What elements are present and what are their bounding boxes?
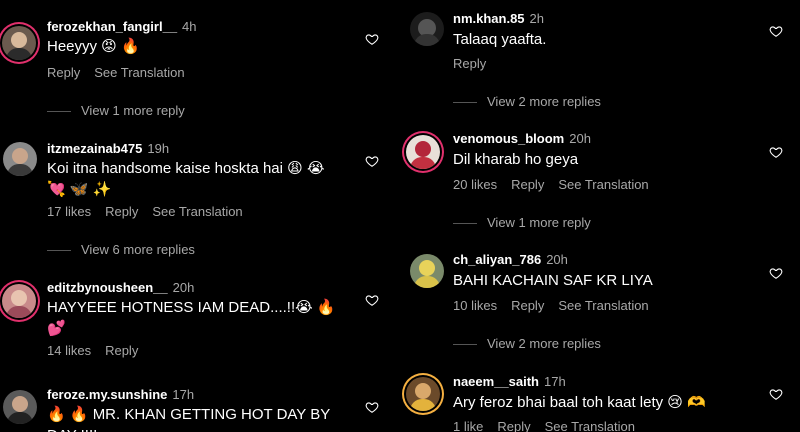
comment-username[interactable]: nm.khan.85 2h xyxy=(453,11,544,26)
avatar[interactable] xyxy=(3,142,37,176)
comment-actions: 10 likes Reply See Translation xyxy=(453,298,663,313)
reply-button[interactable]: Reply xyxy=(497,419,530,432)
likes-count[interactable]: 14 likes xyxy=(47,343,91,358)
comment-actions: Reply See Translation xyxy=(47,65,199,80)
likes-count[interactable]: 20 likes xyxy=(453,177,497,192)
avatar[interactable] xyxy=(2,26,36,60)
comment-time: 20h xyxy=(546,252,568,267)
view-more-replies[interactable]: View 1 more reply xyxy=(47,103,185,118)
heart-outline-icon[interactable] xyxy=(769,266,783,280)
comment-username[interactable]: naeem__saith 17h xyxy=(453,374,566,389)
avatar[interactable] xyxy=(410,254,444,288)
heart-outline-icon[interactable] xyxy=(769,145,783,159)
heart-outline-icon[interactable] xyxy=(365,154,379,168)
avatar[interactable] xyxy=(410,12,444,46)
view-more-replies[interactable]: View 1 more reply xyxy=(453,215,591,230)
comment-time: 17h xyxy=(544,374,566,389)
reply-button[interactable]: Reply xyxy=(511,177,544,192)
comment-time: 4h xyxy=(182,19,197,34)
heart-outline-icon[interactable] xyxy=(365,293,379,307)
see-translation-button[interactable]: See Translation xyxy=(545,419,635,432)
comment-text: HAYYEEE HOTNESS IAM DEAD....!!😭 🔥 💕 xyxy=(47,299,336,337)
comment-text: Dil kharab ho geya xyxy=(453,151,579,168)
likes-count[interactable]: 17 likes xyxy=(47,204,91,219)
comment-username[interactable]: venomous_bloom 20h xyxy=(453,131,591,146)
comment-username[interactable]: ferozekhan_fangirl__ 4h xyxy=(47,19,197,34)
heart-outline-icon[interactable] xyxy=(769,24,783,38)
reply-button[interactable]: Reply xyxy=(105,204,138,219)
avatar[interactable] xyxy=(3,390,37,424)
heart-outline-icon[interactable] xyxy=(365,400,379,414)
likes-count[interactable]: 1 like xyxy=(453,419,483,432)
heart-outline-icon[interactable] xyxy=(365,32,379,46)
reply-button[interactable]: Reply xyxy=(105,343,138,358)
heart-outline-icon[interactable] xyxy=(769,387,783,401)
avatar[interactable] xyxy=(406,135,440,169)
reply-button[interactable]: Reply xyxy=(453,56,486,71)
see-translation-button[interactable]: See Translation xyxy=(152,204,242,219)
comments-column-right: nm.khan.85 2h Talaaq yaafta. Reply View 2… xyxy=(400,0,800,432)
comment-text: BAHI KACHAIN SAF KR LIYA xyxy=(453,272,653,289)
comment-actions: 17 likes Reply See Translation xyxy=(47,204,257,219)
comment-username[interactable]: feroze.my.sunshine 17h xyxy=(47,387,194,402)
comment-actions: 20 likes Reply See Translation xyxy=(453,177,663,192)
comment-username[interactable]: itzmezainab475 19h xyxy=(47,141,169,156)
comment-text: Talaaq yaafta. xyxy=(453,31,547,48)
comment-text: Heeyyy 😡 🔥 xyxy=(47,38,140,55)
comments-column-left: ferozekhan_fangirl__ 4h Heeyyy 😡 🔥 Reply S… xyxy=(0,0,400,432)
see-translation-button[interactable]: See Translation xyxy=(94,65,184,80)
comment-text: 🔥 🔥 MR. KHAN GETTING HOT DAY BY DAY !!!! xyxy=(47,406,330,432)
reply-button[interactable]: Reply xyxy=(511,298,544,313)
comment-time: 17h xyxy=(172,387,195,402)
reply-button[interactable]: Reply xyxy=(47,65,80,80)
avatar[interactable] xyxy=(406,377,440,411)
comment-time: 2h xyxy=(529,11,544,26)
comment-actions: 1 like Reply See Translation xyxy=(453,419,649,432)
see-translation-button[interactable]: See Translation xyxy=(558,298,648,313)
comment-time: 19h xyxy=(147,141,170,156)
comment-actions: 14 likes Reply xyxy=(47,343,152,358)
likes-count[interactable]: 10 likes xyxy=(453,298,497,313)
comment-username[interactable]: ch_aliyan_786 20h xyxy=(453,252,568,267)
view-more-replies[interactable]: View 6 more replies xyxy=(47,242,195,257)
comment-username[interactable]: editzbynousheen__ 20h xyxy=(47,280,194,295)
comment-text: Koi itna handsome kaise hoskta hai 😩 😭 💘… xyxy=(47,160,325,198)
comment-actions: Reply xyxy=(453,56,500,71)
view-more-replies[interactable]: View 2 more replies xyxy=(453,336,601,351)
view-more-replies[interactable]: View 2 more replies xyxy=(453,94,601,109)
comment-time: 20h xyxy=(172,280,195,295)
comment-time: 20h xyxy=(569,131,591,146)
comment-text: Ary feroz bhai baal toh kaat lety 😢 🫶 xyxy=(453,394,706,411)
see-translation-button[interactable]: See Translation xyxy=(558,177,648,192)
avatar[interactable] xyxy=(2,284,36,318)
